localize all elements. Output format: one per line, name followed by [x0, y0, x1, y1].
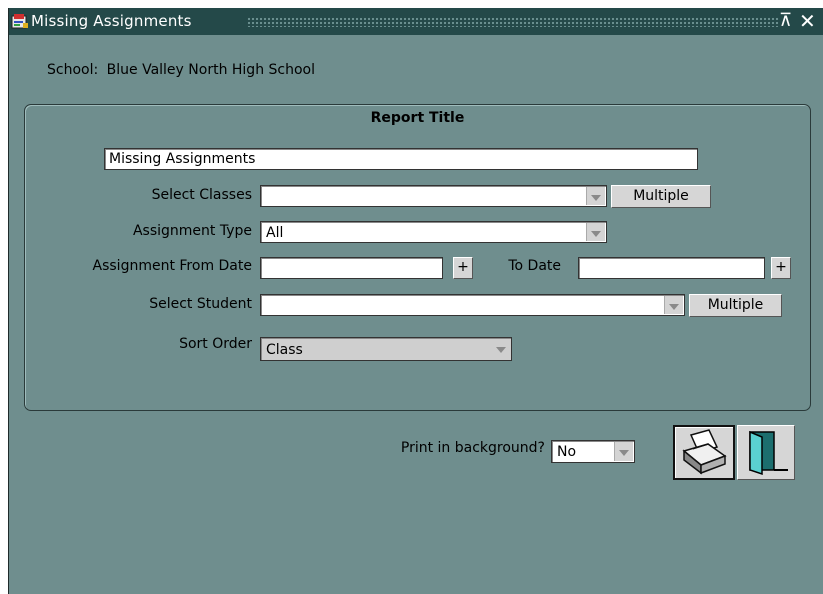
to-date-picker-button[interactable]: +	[771, 257, 791, 279]
chevron-down-icon[interactable]	[586, 187, 605, 205]
title-bar-texture	[247, 17, 779, 27]
exit-button[interactable]	[737, 425, 795, 480]
from-date-input[interactable]	[260, 257, 443, 279]
window-title: Missing Assignments	[31, 12, 192, 30]
select-student-multiple-button[interactable]: Multiple	[689, 294, 782, 317]
form-icon	[11, 14, 28, 29]
select-classes-label: Select Classes	[151, 187, 252, 203]
report-frame: Report Title Missing Assignments Select …	[24, 104, 811, 411]
chevron-down-icon[interactable]	[664, 296, 683, 314]
exit-door-icon	[749, 430, 788, 476]
sort-order-label: Sort Order	[179, 336, 252, 352]
from-date-picker-button[interactable]: +	[453, 257, 473, 279]
select-classes-multiple-button[interactable]: Multiple	[611, 185, 711, 208]
assignment-type-value: All	[266, 225, 284, 241]
school-name: Blue Valley North High School	[106, 62, 315, 78]
to-date-label: To Date	[508, 258, 561, 274]
chevron-down-icon[interactable]	[492, 339, 510, 359]
printer-icon	[682, 429, 727, 475]
chevron-down-icon[interactable]	[586, 223, 605, 241]
school-label: School:	[47, 62, 99, 78]
print-background-combo[interactable]: No	[551, 440, 635, 463]
from-date-label: Assignment From Date	[92, 258, 252, 274]
print-background-label: Print in background?	[400, 440, 545, 456]
assignment-type-label: Assignment Type	[132, 223, 252, 239]
select-student-label: Select Student	[149, 296, 252, 312]
to-date-input[interactable]	[578, 257, 765, 279]
sort-order-value: Class	[266, 342, 303, 358]
print-button[interactable]	[673, 425, 735, 480]
report-title-input[interactable]: Missing Assignments	[104, 148, 698, 170]
chevron-down-icon[interactable]	[614, 442, 633, 461]
select-classes-combo[interactable]	[260, 185, 607, 207]
close-icon[interactable]: ✕	[799, 10, 816, 32]
title-bar: Missing Assignments ⊼ ✕	[9, 8, 823, 35]
assignment-type-combo[interactable]: All	[260, 221, 607, 243]
restore-icon[interactable]: ⊼	[779, 10, 792, 32]
window: Missing Assignments ⊼ ✕ School: Blue Val…	[8, 8, 823, 594]
report-frame-title: Report Title	[370, 110, 465, 126]
sort-order-combo[interactable]: Class	[260, 337, 512, 361]
print-background-value: No	[557, 444, 577, 460]
school-line: School: Blue Valley North High School	[47, 62, 315, 78]
select-student-combo[interactable]	[260, 294, 685, 316]
